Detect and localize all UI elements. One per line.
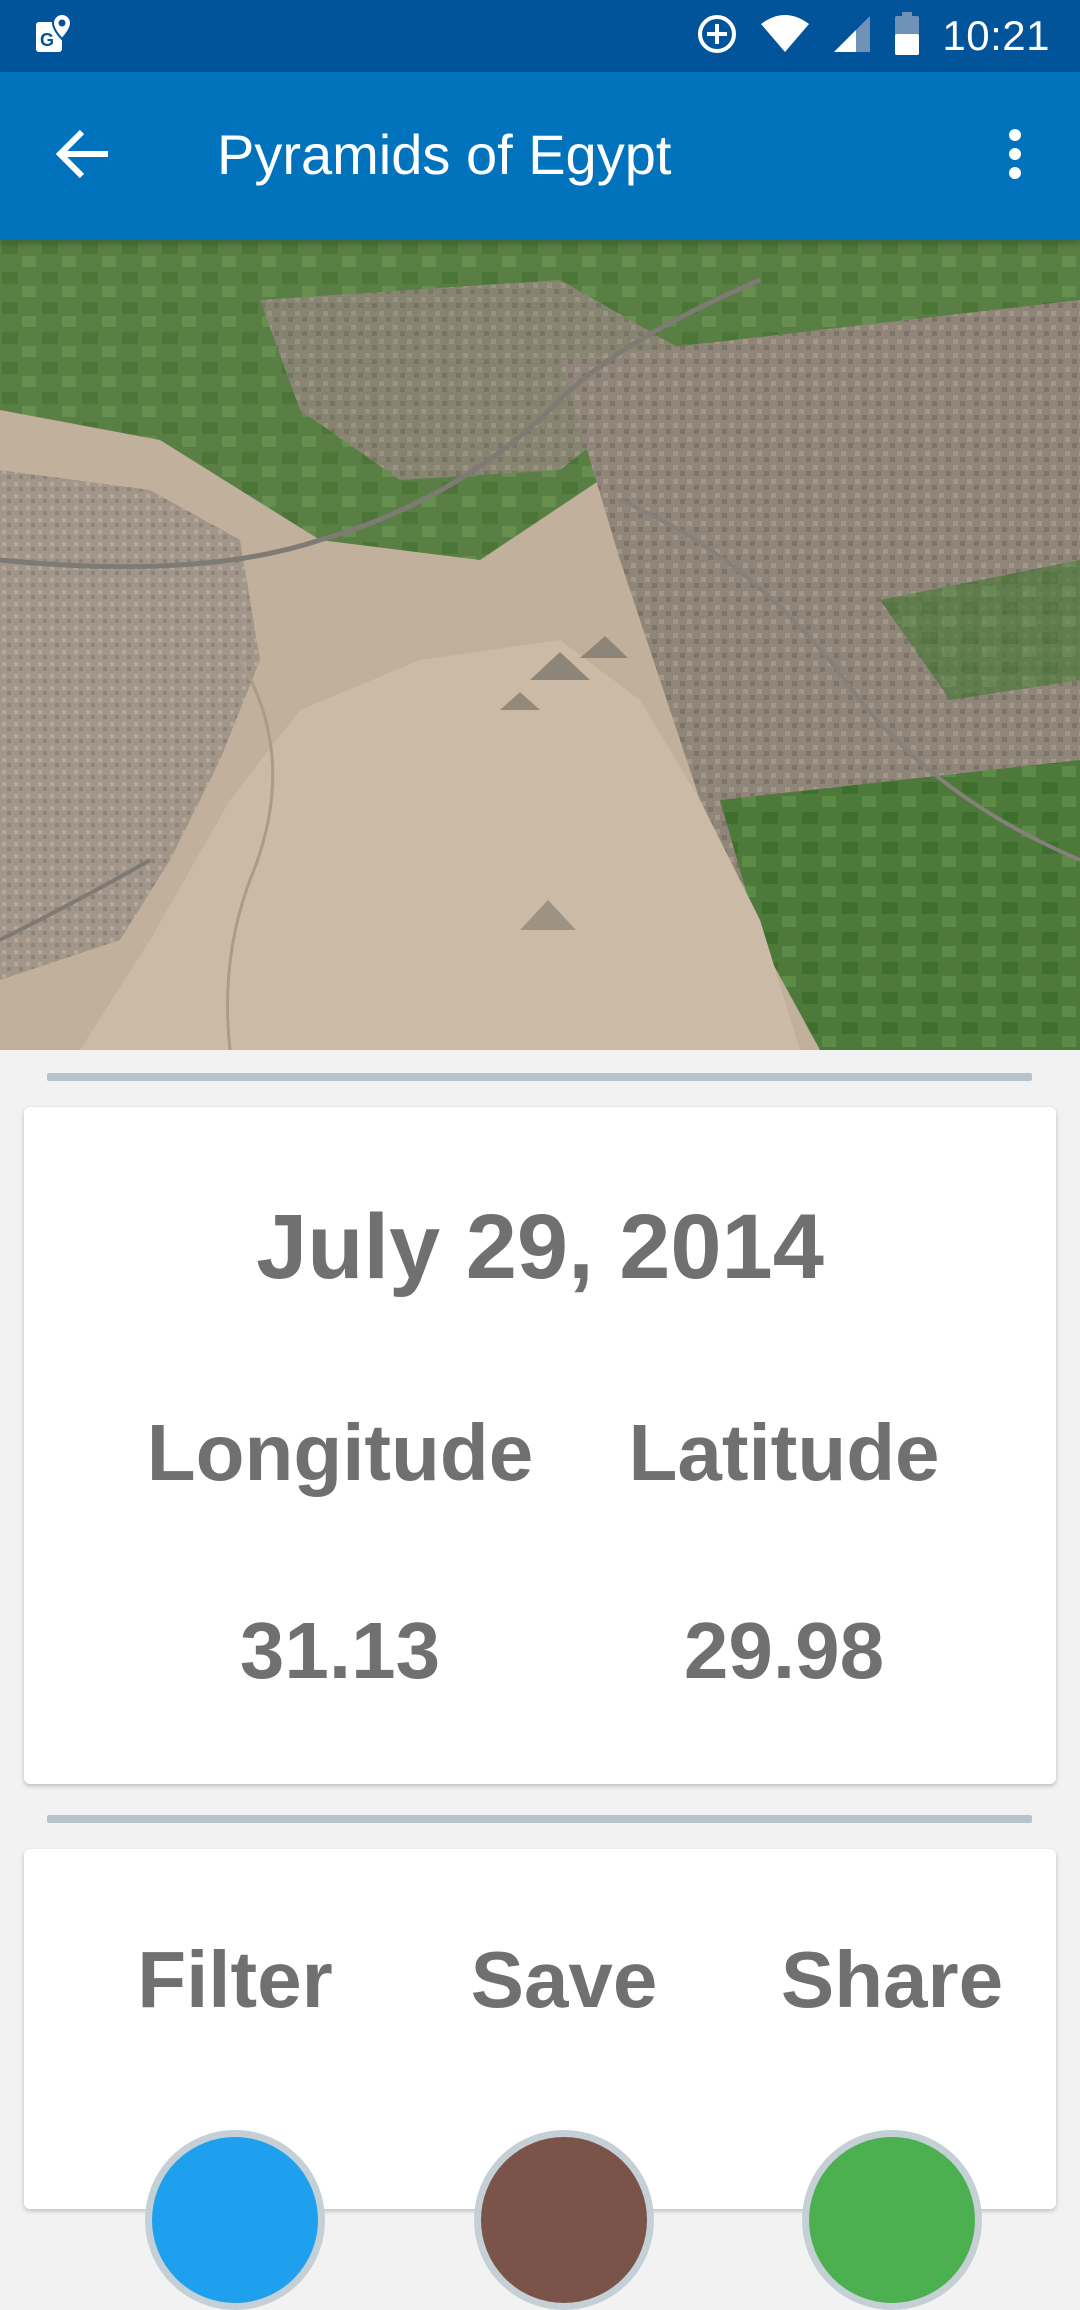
- status-bar: G 10:21: [0, 0, 1080, 72]
- save-button[interactable]: [474, 2130, 654, 2310]
- cell-signal-icon: [832, 14, 872, 59]
- more-vert-icon: [1007, 128, 1023, 185]
- longitude-value: 31.13: [239, 1606, 441, 1695]
- battery-icon: [894, 11, 920, 61]
- status-time: 10:21: [942, 12, 1050, 59]
- back-arrow-icon: [55, 129, 112, 184]
- filter-button[interactable]: [145, 2130, 325, 2310]
- maps-notification-icon: G: [34, 12, 74, 56]
- latitude-label: Latitude: [628, 1408, 940, 1497]
- info-card: July 29, 2014 Longitude Latitude 31.13 2…: [24, 1107, 1056, 1784]
- capture-date: July 29, 2014: [256, 1196, 824, 1298]
- latitude-value: 29.98: [683, 1606, 885, 1695]
- back-button[interactable]: [44, 116, 124, 196]
- satellite-image[interactable]: [0, 240, 1080, 1050]
- divider: [47, 1073, 1032, 1081]
- divider: [47, 1815, 1032, 1823]
- actions-card: Filter Save Share: [24, 1849, 1057, 2310]
- overflow-menu-button[interactable]: [980, 116, 1050, 196]
- wifi-icon: [760, 14, 810, 59]
- save-label[interactable]: Save: [399, 1934, 729, 2026]
- longitude-label: Longitude: [146, 1408, 534, 1497]
- share-label[interactable]: Share: [727, 1934, 1057, 2026]
- svg-text:G: G: [40, 30, 54, 50]
- share-button[interactable]: [802, 2130, 982, 2310]
- page-title: Pyramids of Egypt: [217, 123, 672, 186]
- filter-label[interactable]: Filter: [70, 1934, 400, 2026]
- app-bar: Pyramids of Egypt: [0, 72, 1080, 240]
- data-saver-icon: [696, 13, 738, 60]
